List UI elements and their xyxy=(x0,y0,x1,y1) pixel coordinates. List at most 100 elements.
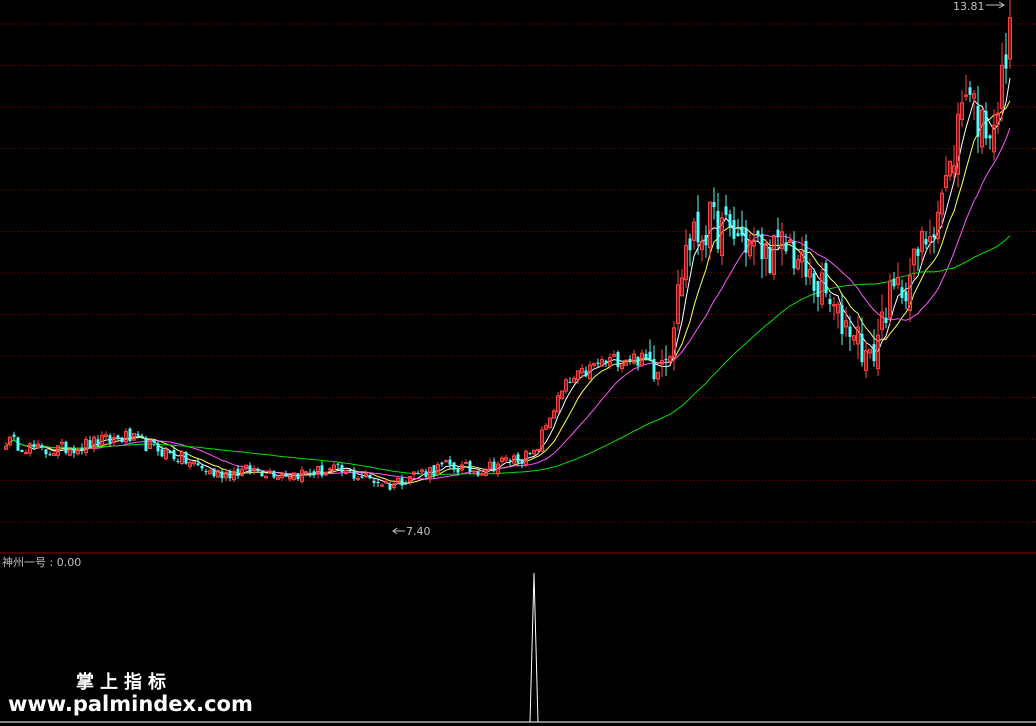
candle-body xyxy=(108,435,112,443)
candle-body xyxy=(140,436,144,438)
candle-body xyxy=(44,449,48,455)
candle-body xyxy=(596,362,600,364)
candle-body xyxy=(128,428,132,442)
candle-body xyxy=(924,239,928,245)
candle-body xyxy=(744,227,748,253)
candle-body xyxy=(368,474,372,479)
candle-body xyxy=(644,354,648,360)
candle-body xyxy=(308,472,312,474)
candle-body xyxy=(24,452,28,455)
candle-body xyxy=(168,450,172,453)
candle-body xyxy=(604,360,608,363)
candle-body xyxy=(628,358,632,361)
candle-body xyxy=(892,278,896,287)
candle-body xyxy=(72,448,76,454)
candle-body xyxy=(388,484,392,490)
candle-body xyxy=(584,370,588,377)
candle-body xyxy=(916,248,920,256)
candle-body xyxy=(80,447,84,450)
candle-body xyxy=(792,241,796,269)
candle-body xyxy=(688,238,692,251)
candle-body xyxy=(740,226,744,236)
candle-body xyxy=(196,463,200,466)
candle-body xyxy=(476,471,480,476)
candle-body xyxy=(760,234,764,260)
candle-body xyxy=(732,220,736,239)
candle-body xyxy=(424,471,428,477)
candle-body xyxy=(416,472,420,474)
candle-body xyxy=(48,454,52,456)
candle-body xyxy=(712,201,716,208)
candle-body xyxy=(144,437,148,452)
candle-body xyxy=(88,440,92,448)
candle-body xyxy=(824,263,828,294)
candle-body xyxy=(328,468,332,471)
candle-body xyxy=(804,240,808,277)
candle-body xyxy=(296,473,300,480)
candle-body xyxy=(380,484,384,487)
candle-body xyxy=(724,206,728,215)
chart-background xyxy=(0,0,1036,726)
candle-body xyxy=(204,471,208,473)
candle-body xyxy=(616,352,620,368)
low-price-label: 7.40 xyxy=(406,525,431,538)
candle-body xyxy=(784,242,788,252)
candle-body xyxy=(400,478,404,486)
candle-body xyxy=(968,87,972,95)
candle-body xyxy=(160,449,164,457)
candle-body xyxy=(372,480,376,483)
candle-body xyxy=(136,433,140,436)
candle-body xyxy=(320,465,324,476)
candle-body xyxy=(520,460,524,464)
candle-body xyxy=(444,460,448,463)
candle-body xyxy=(728,214,732,228)
watermark-url: www.palmindex.com xyxy=(8,692,253,716)
candle-body xyxy=(256,468,260,472)
candle-body xyxy=(448,459,452,465)
candle-body xyxy=(464,461,468,464)
candle-body xyxy=(884,317,888,324)
candle-body xyxy=(304,471,308,474)
candle-body xyxy=(336,463,340,465)
candle-body xyxy=(848,326,852,337)
candle-body xyxy=(248,465,252,473)
candle-body xyxy=(904,291,908,302)
candle-body xyxy=(648,351,652,361)
candle-body xyxy=(228,471,232,479)
candle-body xyxy=(828,298,832,305)
candle-body xyxy=(220,471,224,479)
candle-body xyxy=(492,461,496,472)
candle-body xyxy=(12,434,16,437)
candle-body xyxy=(664,358,668,361)
candle-body xyxy=(516,454,520,463)
candle-body xyxy=(900,287,904,298)
candle-body xyxy=(984,110,988,139)
candle-body xyxy=(176,460,180,462)
candle-body xyxy=(440,462,444,465)
candle-body xyxy=(840,305,844,335)
candle-body xyxy=(816,280,820,297)
candle-body xyxy=(452,462,456,470)
candle-body xyxy=(272,471,276,478)
candle-body xyxy=(236,468,240,477)
candle-body xyxy=(184,452,188,464)
candle-body xyxy=(508,460,512,462)
candle-body xyxy=(172,450,176,460)
candle-body xyxy=(376,481,380,484)
candle-body xyxy=(312,471,316,475)
candle-body xyxy=(348,470,352,472)
candle-body xyxy=(64,441,68,454)
candle-body xyxy=(704,234,708,246)
candle-body xyxy=(152,440,156,443)
candle-body xyxy=(156,443,160,452)
candle-body xyxy=(120,437,124,443)
candle-body xyxy=(872,344,876,362)
candle-body xyxy=(200,465,204,469)
candle-body xyxy=(352,469,356,479)
candle-body xyxy=(116,435,120,439)
candle-body xyxy=(536,448,540,451)
stock-chart: 13.81 7.40 神州一号 : 0.00 掌上指标 www.palminde… xyxy=(0,0,1036,726)
candle-body xyxy=(756,230,760,236)
candle-body xyxy=(260,472,264,477)
candle-body xyxy=(96,439,100,446)
